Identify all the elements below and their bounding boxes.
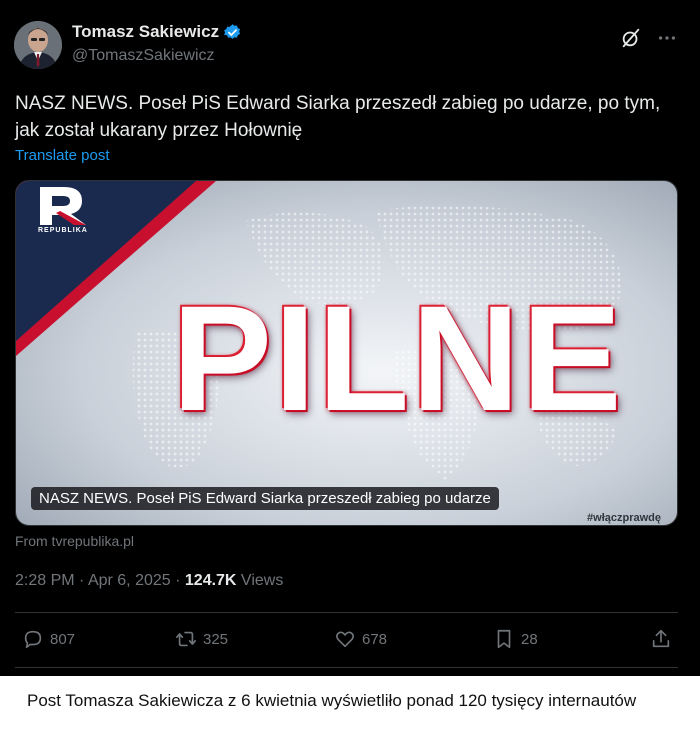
media-card[interactable]: REPUBLIKA PILNE NASZ NEWS. Poseł PiS Edw… <box>15 180 678 526</box>
post-date[interactable]: Apr 6, 2025 <box>88 572 171 589</box>
hashtag: #włączprawdę <box>587 512 661 524</box>
divider <box>15 667 678 668</box>
link-source[interactable]: From tvrepublika.pl <box>15 533 134 549</box>
share-button[interactable] <box>650 626 672 652</box>
author-name[interactable]: Tomasz Sakiewicz <box>72 22 242 42</box>
translate-post-link[interactable]: Translate post <box>15 147 110 164</box>
reply-button[interactable]: 807 <box>22 626 75 652</box>
like-button[interactable]: 678 <box>334 626 387 652</box>
repost-icon <box>176 631 196 647</box>
post-text: NASZ NEWS. Poseł PiS Edward Siarka przes… <box>15 93 661 141</box>
logo-text: REPUBLIKA <box>38 227 88 234</box>
bookmark-count: 28 <box>521 630 538 648</box>
like-count: 678 <box>362 630 388 648</box>
author-handle[interactable]: @TomaszSakiewicz <box>72 47 215 65</box>
verified-badge-icon <box>224 23 241 39</box>
heart-icon <box>336 631 354 648</box>
media-caption: NASZ NEWS. Poseł PiS Edward Siarka przes… <box>31 487 499 510</box>
post-time[interactable]: 2:28 PM <box>15 572 75 589</box>
bookmark-icon <box>497 629 511 649</box>
reply-count: 807 <box>50 630 76 648</box>
image-caption: Post Tomasza Sakiewicza z 6 kwietnia wyś… <box>27 691 637 710</box>
post-meta: 2:28 PM · Apr 6, 2025 · 124.7K Views <box>15 572 283 590</box>
reply-icon <box>24 630 42 649</box>
divider <box>15 612 678 613</box>
bookmark-button[interactable]: 28 <box>493 626 538 652</box>
author-name-text[interactable]: Tomasz Sakiewicz <box>72 22 219 42</box>
grok-icon[interactable] <box>620 27 642 49</box>
more-options-icon[interactable] <box>656 27 678 49</box>
share-icon <box>652 629 670 648</box>
repost-button[interactable]: 325 <box>175 626 228 652</box>
meta-separator: · <box>170 572 185 589</box>
meta-separator: · <box>74 572 88 589</box>
tweet-card: Tomasz Sakiewicz @TomaszSakiewicz NASZ N… <box>0 0 700 676</box>
pilne-headline: PILNE <box>172 274 624 442</box>
views-count: 124.7K <box>184 572 237 589</box>
views-label: Views <box>236 572 284 589</box>
repost-count: 325 <box>203 630 229 648</box>
avatar[interactable] <box>14 21 62 69</box>
